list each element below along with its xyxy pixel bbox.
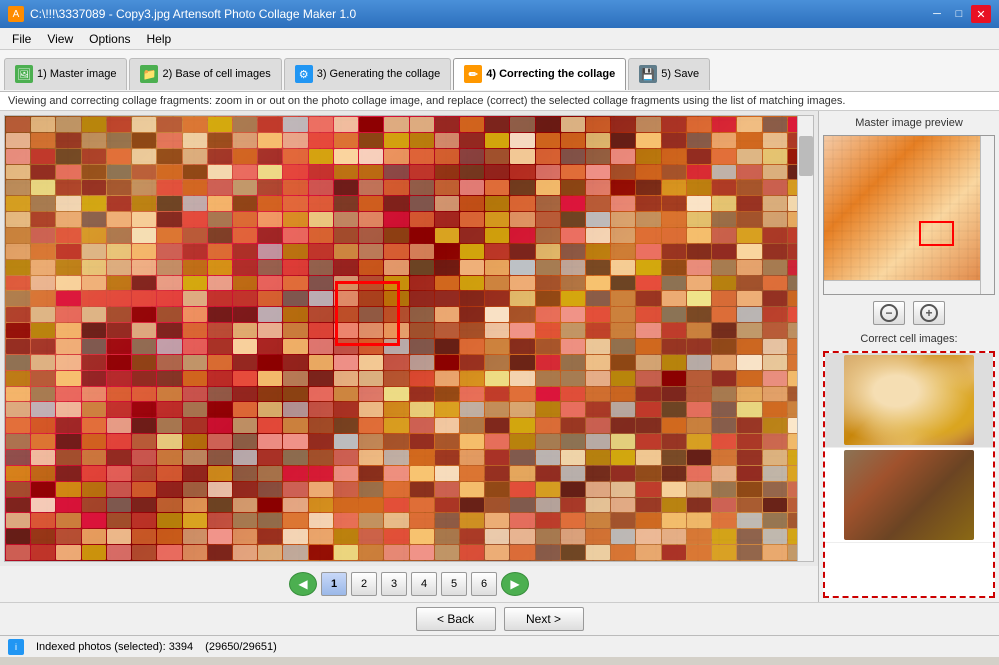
back-button[interactable]: < Back [416, 607, 496, 631]
progress-text: (29650/29651) [205, 641, 277, 653]
tab-correcting-label: 4) Correcting the collage [486, 68, 615, 80]
cell-thumbnail-2 [844, 450, 974, 540]
correct-cells-list[interactable] [823, 351, 995, 598]
zoom-controls: − + [823, 299, 995, 327]
infobar-text: Viewing and correcting collage fragments… [8, 95, 845, 107]
menu-options[interactable]: Options [81, 30, 138, 48]
page-1-button[interactable]: 1 [321, 572, 347, 596]
tab-save[interactable]: 💾 5) Save [628, 58, 710, 90]
main-content: ◀ 1 2 3 4 5 6 ▶ Master image preview − + [0, 111, 999, 602]
cell-item-1[interactable] [825, 353, 993, 448]
tab-generating-label: 3) Generating the collage [317, 68, 441, 80]
master-preview-image [824, 136, 994, 294]
toolbar: 🖼 1) Master image 📁 2) Base of cell imag… [0, 50, 999, 92]
master-selection-box [919, 221, 954, 246]
preview-hscrollbar[interactable] [824, 280, 980, 294]
tab-master-label: 1) Master image [37, 68, 116, 80]
cell-thumbnail-1 [844, 355, 974, 445]
statusbar: i Indexed photos (selected): 3394 (29650… [0, 635, 999, 657]
page-4-button[interactable]: 4 [411, 572, 437, 596]
menubar: File View Options Help [0, 28, 999, 50]
page-prev-button[interactable]: ◀ [289, 572, 317, 596]
cell-item-2[interactable] [825, 448, 993, 543]
save-icon: 💾 [639, 65, 657, 83]
maximize-button[interactable]: □ [949, 5, 969, 23]
vertical-scrollbar[interactable] [797, 116, 813, 561]
titlebar: A C:\!!!\3337089 - Copy3.jpg Artensoft P… [0, 0, 999, 28]
correcting-icon: ✏ [464, 65, 482, 83]
zoom-in-icon: + [920, 304, 938, 322]
app-icon: A [8, 6, 24, 22]
menu-help[interactable]: Help [139, 30, 180, 48]
infobar: Viewing and correcting collage fragments… [0, 92, 999, 111]
indexed-photos-text: Indexed photos (selected): 3394 [36, 641, 193, 653]
zoom-out-button[interactable]: − [873, 301, 905, 325]
titlebar-text: C:\!!!\3337089 - Copy3.jpg Artensoft Pho… [30, 7, 356, 21]
close-button[interactable]: ✕ [971, 5, 991, 23]
menu-file[interactable]: File [4, 30, 39, 48]
selected-cell[interactable] [335, 281, 400, 346]
tab-save-label: 5) Save [661, 68, 699, 80]
tab-correcting[interactable]: ✏ 4) Correcting the collage [453, 58, 626, 90]
pagination: ◀ 1 2 3 4 5 6 ▶ [0, 566, 818, 602]
tab-generating[interactable]: ⚙ 3) Generating the collage [284, 58, 452, 90]
master-preview-title: Master image preview [823, 115, 995, 131]
master-icon: 🖼 [15, 65, 33, 83]
horizontal-scrollbar[interactable] [9, 561, 809, 562]
correct-cells-title: Correct cell images: [823, 331, 995, 347]
page-5-button[interactable]: 5 [441, 572, 467, 596]
page-2-button[interactable]: 2 [351, 572, 377, 596]
bottom-nav: < Back Next > [0, 602, 999, 635]
next-button[interactable]: Next > [504, 607, 584, 631]
titlebar-controls: ─ □ ✕ [927, 5, 991, 23]
mosaic-grid [5, 116, 813, 561]
page-6-button[interactable]: 6 [471, 572, 497, 596]
tab-master[interactable]: 🖼 1) Master image [4, 58, 127, 90]
zoom-out-icon: − [880, 304, 898, 322]
zoom-in-button[interactable]: + [913, 301, 945, 325]
tab-base-label: 2) Base of cell images [162, 68, 270, 80]
collage-scroll-container[interactable] [4, 115, 814, 562]
status-icon: i [8, 639, 24, 655]
master-preview [823, 135, 995, 295]
base-icon: 📁 [140, 65, 158, 83]
page-next-button[interactable]: ▶ [501, 572, 529, 596]
page-3-button[interactable]: 3 [381, 572, 407, 596]
vertical-scrollbar-thumb[interactable] [799, 136, 813, 176]
collage-image[interactable] [5, 116, 813, 561]
minimize-button[interactable]: ─ [927, 5, 947, 23]
collage-area: ◀ 1 2 3 4 5 6 ▶ [0, 111, 819, 602]
menu-view[interactable]: View [39, 30, 81, 48]
generating-icon: ⚙ [295, 65, 313, 83]
right-panel: Master image preview − + Correct cell im… [819, 111, 999, 602]
preview-vscrollbar[interactable] [980, 136, 994, 294]
tab-base[interactable]: 📁 2) Base of cell images [129, 58, 281, 90]
